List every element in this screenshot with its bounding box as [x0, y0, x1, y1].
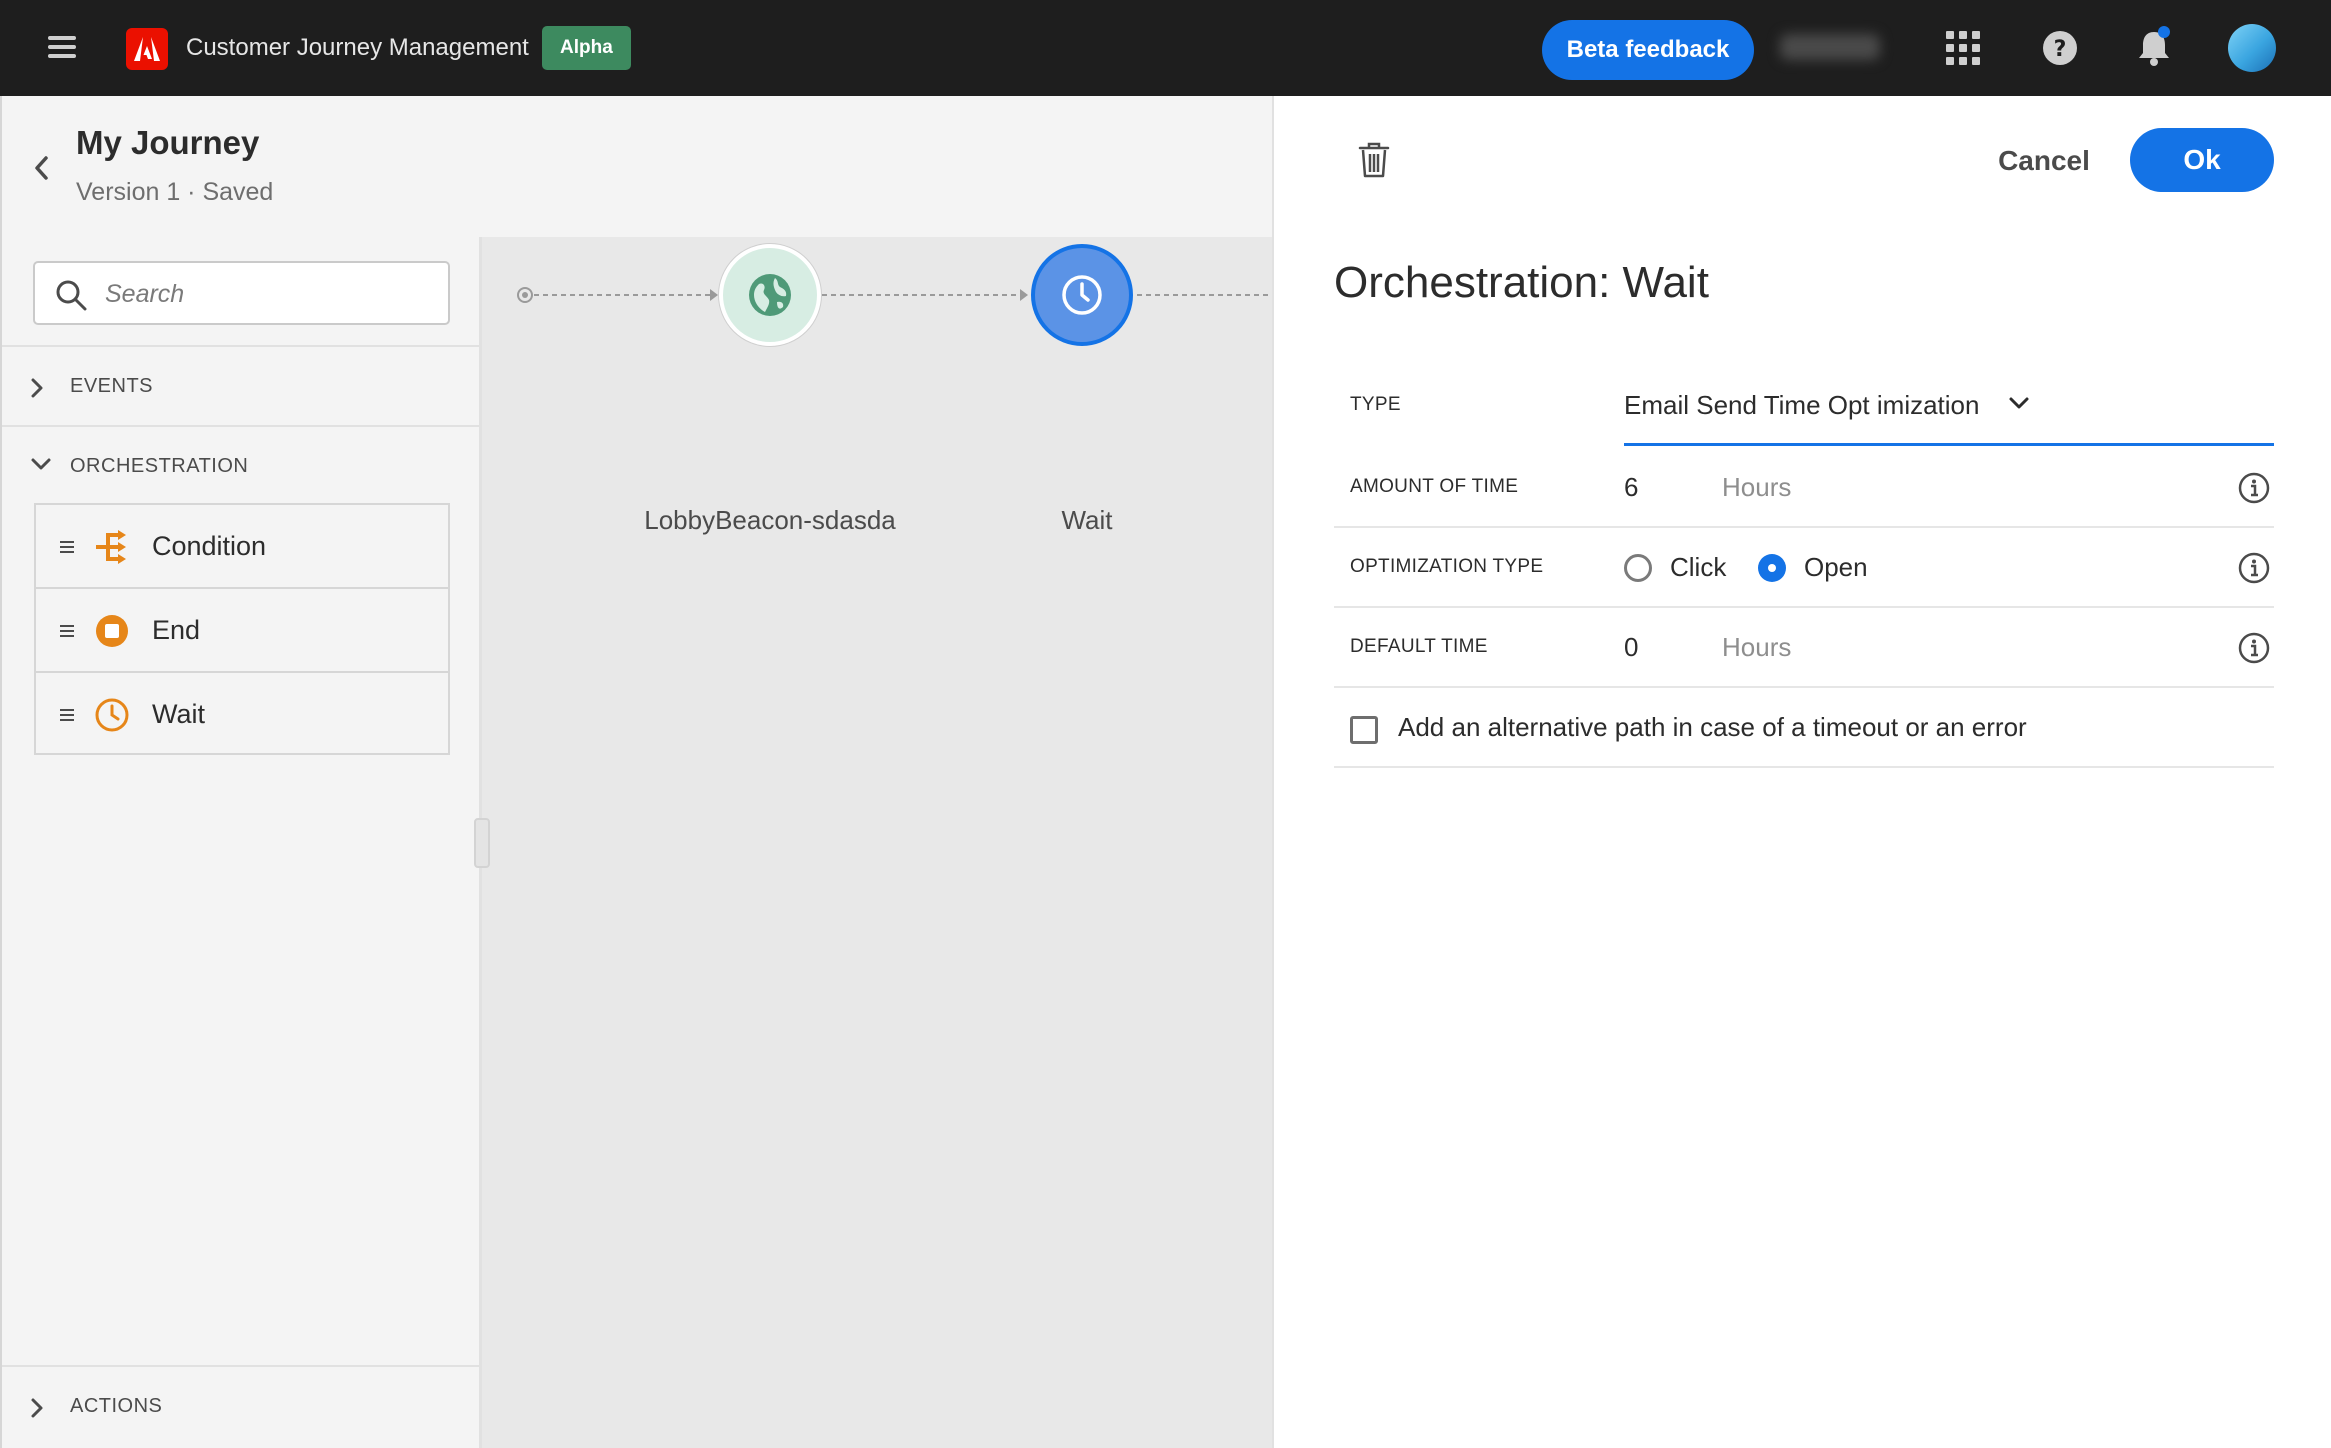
end-icon: [96, 615, 128, 647]
alternative-path-label[interactable]: Add an alternative path in case of a tim…: [1398, 712, 2027, 743]
wait-node-selected[interactable]: [1031, 244, 1133, 346]
section-actions[interactable]: ACTIONS: [2, 1365, 481, 1445]
app-title: Customer Journey Management: [186, 34, 529, 61]
alternative-path-checkbox[interactable]: [1350, 716, 1378, 744]
search-input[interactable]: [105, 273, 435, 315]
search-icon: [56, 280, 87, 311]
orchestration-item-end[interactable]: End: [36, 589, 448, 673]
wait-icon: [95, 698, 129, 732]
activity-config-panel: Cancel Ok Orchestration: Wait TYPE Email…: [1272, 96, 2331, 1448]
org-switcher-blurred[interactable]: [1780, 34, 1880, 60]
amount-of-time-unit[interactable]: Hours: [1722, 472, 1791, 503]
adobe-logo[interactable]: [126, 28, 168, 70]
amount-of-time-input[interactable]: 6: [1624, 472, 1638, 503]
event-node-label: LobbyBeacon-sdasda: [644, 505, 896, 535]
type-value: Email Send Time Opt imization: [1624, 390, 1980, 420]
cancel-button[interactable]: Cancel: [1972, 130, 2116, 192]
back-arrow-icon[interactable]: [32, 154, 52, 182]
journey-title: My Journey: [76, 124, 260, 161]
orchestration-item-wait[interactable]: Wait: [36, 673, 448, 757]
info-icon[interactable]: [2238, 552, 2270, 584]
orchestration-item-condition[interactable]: Condition: [36, 505, 448, 589]
section-actions-label: ACTIONS: [70, 1394, 163, 1417]
type-row: TYPE Email Send Time Opt imization: [1334, 366, 2274, 446]
event-node[interactable]: [719, 244, 821, 346]
condition-icon: [96, 530, 126, 564]
ok-button[interactable]: Ok: [2130, 128, 2274, 192]
radio-open[interactable]: [1758, 554, 1786, 582]
drag-handle-icon[interactable]: [60, 709, 74, 724]
alternative-path-row: Add an alternative path in case of a tim…: [1334, 688, 2274, 768]
radio-open-label[interactable]: Open: [1804, 552, 1868, 583]
chevron-right-icon: [31, 1398, 43, 1418]
sidebar-resize-handle[interactable]: [474, 818, 490, 868]
optimization-type-row: OPTIMIZATION TYPE Click Open: [1334, 528, 2274, 608]
journey-canvas[interactable]: LobbyBeacon-sdasda Wait: [482, 237, 1272, 1448]
drag-handle-icon[interactable]: [60, 541, 74, 556]
default-time-row: DEFAULT TIME 0 Hours: [1334, 608, 2274, 688]
drag-handle-icon[interactable]: [60, 625, 74, 640]
orchestration-list: Condition End Wait: [34, 503, 450, 755]
info-icon[interactable]: [2238, 472, 2270, 504]
section-orchestration-label: ORCHESTRATION: [70, 454, 249, 477]
search-field[interactable]: [33, 261, 450, 325]
menu-icon[interactable]: [48, 36, 76, 60]
chevron-right-icon: [31, 378, 43, 398]
activity-sidebar: EVENTS ORCHESTRATION Condition End: [0, 237, 482, 1448]
chevron-down-icon: [2009, 397, 2029, 409]
clock-icon: [1062, 275, 1102, 315]
canvas-connectors: [517, 287, 1272, 303]
beta-feedback-button[interactable]: Beta feedback: [1542, 20, 1754, 80]
default-time-input[interactable]: 0: [1624, 632, 1638, 663]
amount-of-time-row: AMOUNT OF TIME 6 Hours: [1334, 448, 2274, 528]
panel-title: Orchestration: Wait: [1334, 258, 1709, 307]
apps-grid-icon[interactable]: [1946, 31, 1980, 65]
avatar[interactable]: [2228, 24, 2276, 72]
optimization-type-label: OPTIMIZATION TYPE: [1350, 556, 1544, 577]
default-time-unit[interactable]: Hours: [1722, 632, 1791, 663]
radio-click[interactable]: [1624, 554, 1652, 582]
journey-version-status: Version 1 · Saved: [76, 178, 274, 206]
amount-of-time-label: AMOUNT OF TIME: [1350, 476, 1519, 497]
notification-bell-icon[interactable]: [2136, 26, 2172, 66]
orchestration-item-label: Wait: [152, 699, 205, 729]
help-icon[interactable]: ?: [2042, 30, 2078, 66]
journey-header: My Journey Version 1 · Saved: [0, 96, 1272, 237]
type-dropdown[interactable]: Email Send Time Opt imization: [1624, 366, 2274, 446]
orchestration-item-label: Condition: [152, 531, 267, 561]
type-label: TYPE: [1350, 394, 1401, 415]
top-bar: Customer Journey Management Alpha Beta f…: [0, 0, 2331, 96]
globe-icon: [749, 274, 791, 316]
chevron-down-icon: [31, 458, 51, 470]
orchestration-item-label: End: [152, 615, 201, 645]
radio-click-label[interactable]: Click: [1670, 552, 1726, 583]
section-events-label: EVENTS: [70, 374, 154, 397]
section-orchestration[interactable]: ORCHESTRATION: [2, 425, 481, 505]
default-time-label: DEFAULT TIME: [1350, 636, 1488, 657]
delete-icon[interactable]: [1358, 142, 1390, 178]
alpha-badge: Alpha: [542, 26, 631, 70]
info-icon[interactable]: [2238, 632, 2270, 664]
wait-node-label: Wait: [1061, 505, 1113, 535]
svg-text:?: ?: [2054, 37, 2067, 62]
section-events[interactable]: EVENTS: [2, 345, 481, 425]
